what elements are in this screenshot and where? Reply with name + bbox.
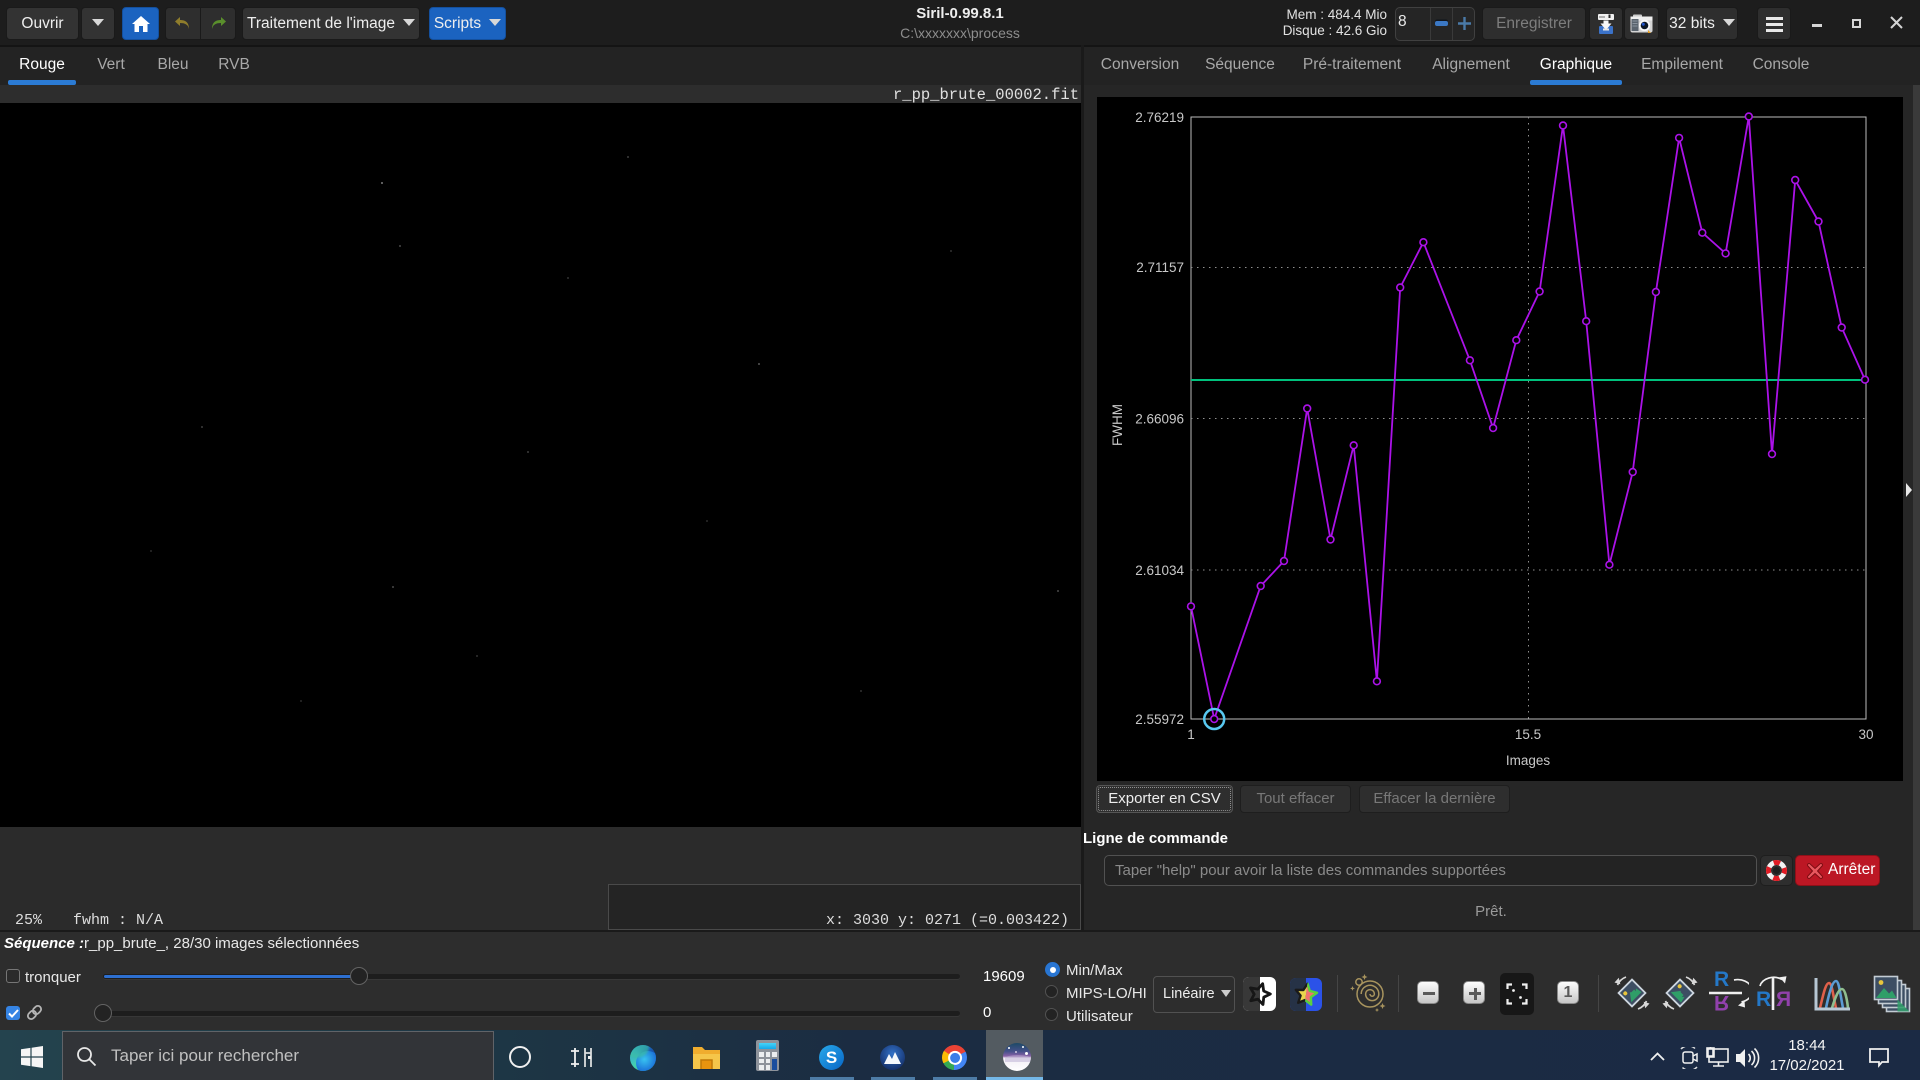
- svg-text:Images: Images: [1506, 753, 1551, 768]
- svg-text:30: 30: [1858, 727, 1873, 742]
- svg-text:FWHM: FWHM: [1110, 404, 1125, 446]
- svg-text:2.61034: 2.61034: [1135, 563, 1184, 578]
- svg-text:1: 1: [1187, 727, 1195, 742]
- svg-text:15.5: 15.5: [1515, 727, 1541, 742]
- svg-text:2.66096: 2.66096: [1135, 412, 1184, 427]
- svg-text:2.55972: 2.55972: [1135, 712, 1184, 727]
- svg-text:2.76219: 2.76219: [1135, 110, 1184, 125]
- svg-text:2.71157: 2.71157: [1136, 260, 1184, 275]
